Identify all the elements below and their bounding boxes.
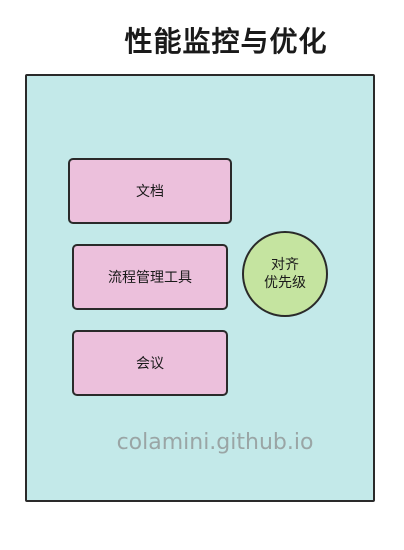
- node-documents-label: 文档: [136, 184, 164, 200]
- node-documents: 文档: [68, 158, 232, 224]
- node-align-priority-line1: 对齐: [271, 257, 299, 273]
- diagram-title: 性能监控与优化: [124, 25, 328, 58]
- watermark: colamini.github.io: [116, 430, 314, 455]
- node-align-priority-line2: 优先级: [264, 275, 306, 291]
- node-meetings: 会议: [72, 330, 228, 396]
- node-process-tools-label: 流程管理工具: [108, 270, 192, 286]
- node-meetings-label: 会议: [136, 356, 164, 372]
- node-align-priority: 对齐 优先级: [242, 231, 328, 317]
- node-process-tools: 流程管理工具: [72, 244, 228, 310]
